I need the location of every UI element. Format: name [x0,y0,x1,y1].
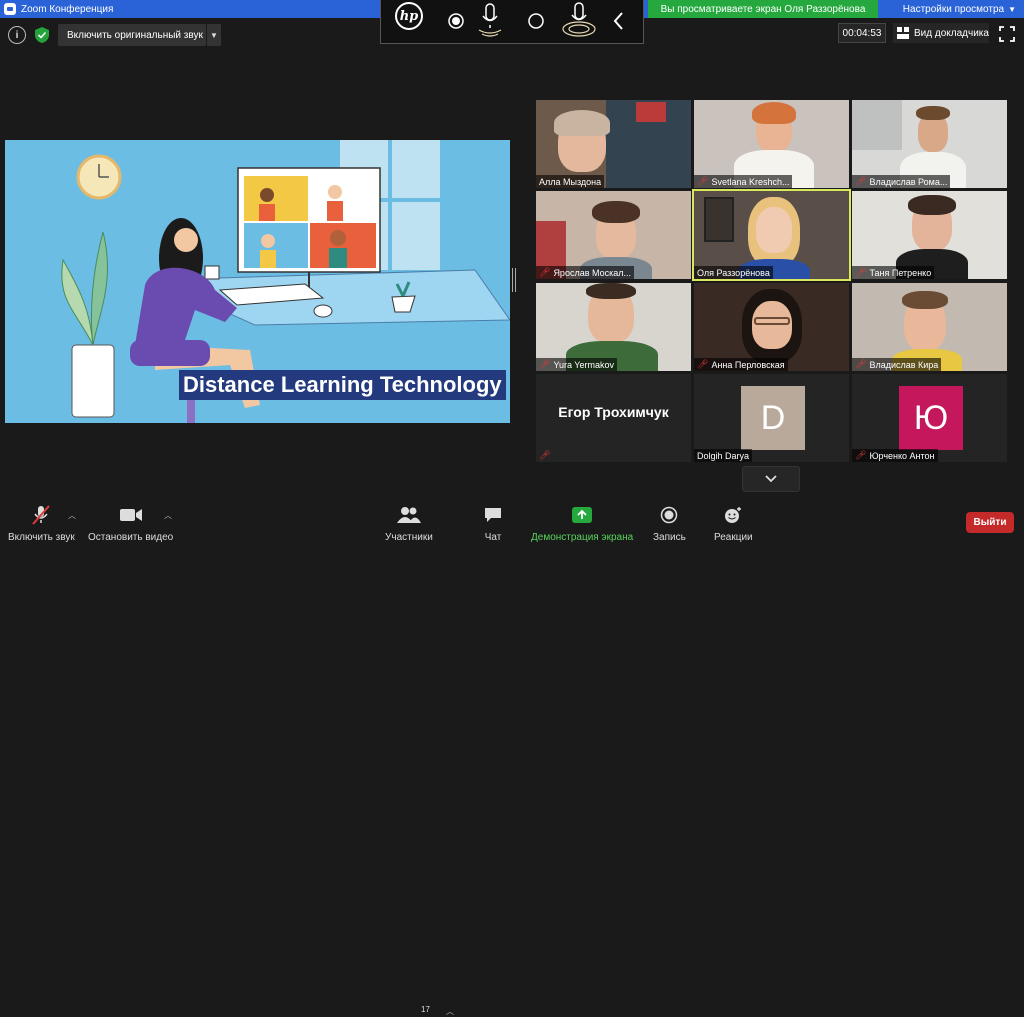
grid-view-icon [897,27,909,39]
participant-name: 🎤︎ Владислав Кира [852,358,942,371]
participant-tile-active-speaker[interactable]: Оля Раззорёнова [692,189,851,281]
muted-mic-icon: 🎤︎ [855,450,867,460]
record-label: Запись [653,532,686,543]
participant-name: 🎤︎ Юрченко Антон [852,449,938,462]
participants-options-caret-icon[interactable]: ︿ [446,1006,454,1017]
participant-tile[interactable]: 🎤︎ Yura Yermakov [536,283,691,371]
participant-big-name: Егор Трохимчук [558,404,669,420]
participant-name: 🎤︎ Yura Yermakov [536,358,617,371]
share-screen-button[interactable]: Демонстрация экрана [531,504,633,543]
muted-mic-icon: 🎤︎ [539,267,551,277]
muted-mic-icon: 🎤︎ [697,176,709,186]
microphone-icon[interactable] [475,2,505,38]
leave-meeting-button[interactable]: Выйти [966,512,1014,533]
gallery-next-page-button[interactable] [742,466,800,492]
participant-tile[interactable]: Алла Мыздона [536,100,691,188]
meeting-controls-bar: Включить звук ︿ Остановить видео ︿ Участ… [0,496,1024,1016]
participant-name: Dolgih Darya [694,449,753,462]
stop-video-button[interactable]: Остановить видео [88,504,173,543]
circle-icon[interactable] [525,8,547,34]
shared-slide-caption: Distance Learning Technology [179,370,506,400]
participant-tile-no-video[interactable]: Ю 🎤︎ Юрченко Антон [852,374,1007,462]
muted-microphone-icon [32,505,51,525]
hp-audio-toolbar: hp [380,0,644,44]
participant-tile[interactable]: 🎤︎ Ярослав Москал... [536,191,691,279]
participant-tile[interactable]: 🎤︎ Анна Перловская [694,283,849,371]
original-sound-dropdown-icon[interactable]: ▼ [207,24,221,46]
record-icon [661,506,678,524]
chat-label: Чат [484,532,502,543]
meeting-info-button[interactable]: i [8,26,26,44]
speaker-view-button[interactable]: Вид докладчика [893,23,989,43]
participant-grid: Алла Мыздона 🎤︎ Svetlana Krеshch... 🎤︎ Вла… [536,100,1008,462]
view-options-label: Настройки просмотра [902,3,1005,15]
participant-name: Оля Раззорёнова [694,266,773,279]
chevron-down-icon: ▼ [1008,4,1016,14]
zoom-logo-icon [4,3,16,15]
participant-name: 🎤︎ Владислав Рома... [852,175,951,188]
participant-avatar: Ю [899,386,963,450]
speaker-view-label: Вид докладчика [914,27,989,39]
chevron-left-icon[interactable] [611,8,627,34]
participants-count: 17 [421,1005,430,1014]
participant-name: Алла Мыздона [536,175,605,188]
participant-name-muted: 🎤︎ [536,449,556,462]
share-screen-label: Демонстрация экрана [531,532,634,543]
smiley-plus-icon [725,507,742,523]
microphone-broadcast-icon[interactable] [559,0,599,40]
stop-video-label: Остановить видео [88,532,174,543]
reactions-label: Реакции [714,532,753,543]
fullscreen-icon[interactable] [999,26,1015,42]
window-title: Zoom Конференция [21,3,114,15]
participants-button[interactable]: Участники [385,504,433,543]
share-screen-arrow-icon [572,507,593,523]
audio-options-caret-icon[interactable]: ︿ [68,510,76,521]
participant-name: 🎤︎ Таня Петренко [852,266,935,279]
participant-name: 🎤︎ Анна Перловская [694,358,788,371]
participant-tile-no-video[interactable]: Егор Трохимчук 🎤︎ [536,374,691,462]
record-dot-icon[interactable] [445,8,467,34]
muted-mic-icon: 🎤︎ [539,450,551,460]
record-button[interactable]: Запись [653,504,686,543]
share-banner: Вы просматриваете экран Оля Раззорёнова [648,0,878,18]
chat-button[interactable]: Чат [484,504,502,543]
participant-tile[interactable]: 🎤︎ Владислав Кира [852,283,1007,371]
participant-name: 🎤︎ Ярослав Москал... [536,266,634,279]
unmute-label: Включить звук [8,532,75,543]
hp-logo: hp [395,2,423,30]
video-options-caret-icon[interactable]: ︿ [164,510,172,521]
participant-name: 🎤︎ Svetlana Krеshch... [694,175,793,188]
splitter-handle-icon[interactable] [511,268,517,292]
participant-tile-no-video[interactable]: D Dolgih Darya [694,374,849,462]
reactions-button[interactable]: Реакции [714,504,753,543]
participants-icon [396,507,421,523]
participant-avatar: D [741,386,805,450]
participant-tile[interactable]: 🎤︎ Svetlana Krеshch... [694,100,849,188]
unmute-button[interactable]: Включить звук [8,504,75,543]
video-camera-icon [119,509,142,521]
muted-mic-icon: 🎤︎ [539,359,551,369]
participants-label: Участники [385,532,433,543]
muted-mic-icon: 🎤︎ [855,176,867,186]
original-sound-button[interactable]: Включить оригинальный звук [58,24,206,46]
muted-mic-icon: 🎤︎ [697,359,709,369]
participant-tile[interactable]: 🎤︎ Таня Петренко [852,191,1007,279]
muted-mic-icon: 🎤︎ [855,267,867,277]
participant-tile[interactable]: 🎤︎ Владислав Рома... [852,100,1007,188]
view-options-menu[interactable]: Настройки просмотра ▼ [892,0,1024,18]
security-shield-icon[interactable] [34,26,50,44]
chat-bubble-icon [485,508,501,522]
muted-mic-icon: 🎤︎ [855,359,867,369]
chevron-down-icon [765,475,777,483]
meeting-timer: 00:04:53 [838,23,886,43]
shared-screen: Distance Learning Technology [5,140,510,423]
